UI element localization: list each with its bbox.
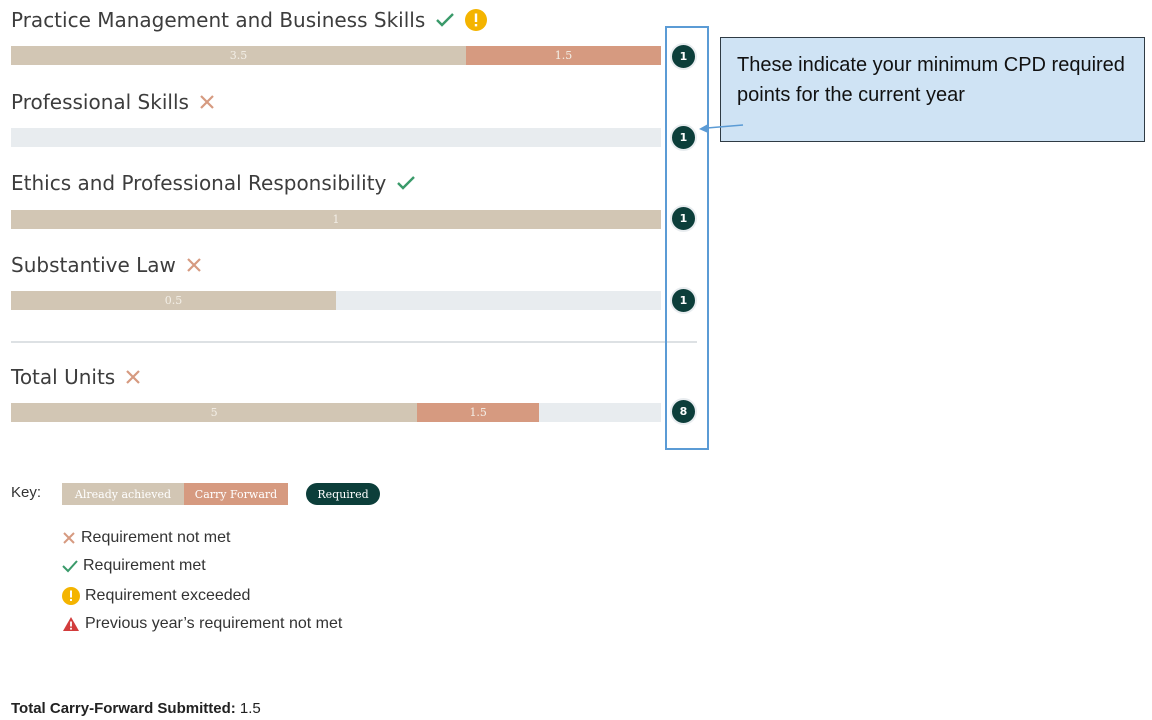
key-achieved-chip: Already achieved xyxy=(62,483,184,505)
cross-icon xyxy=(186,257,202,273)
key-carry-forward-chip: Carry Forward xyxy=(184,483,288,505)
check-icon xyxy=(62,559,78,573)
legend-text: Requirement met xyxy=(83,557,206,574)
key-required-chip: Required xyxy=(306,483,380,505)
achieved-segment: 1 xyxy=(11,210,661,229)
category-title: Ethics and Professional Responsibility xyxy=(11,171,387,195)
progress-bar: 0.5 xyxy=(11,291,661,310)
category-title: Substantive Law xyxy=(11,253,176,277)
achieved-segment: 0.5 xyxy=(11,291,336,310)
category-row-practice-management: Practice Management and Business Skills xyxy=(11,8,488,32)
callout-box: These indicate your minimum CPD required… xyxy=(720,37,1145,142)
summary-value: 1.5 xyxy=(239,700,261,717)
achieved-segment: 3.5 xyxy=(11,46,466,65)
key-label: Key: xyxy=(11,484,42,501)
check-icon xyxy=(396,175,416,191)
legend-met: Requirement met xyxy=(62,557,206,575)
category-row-ethics: Ethics and Professional Responsibility xyxy=(11,171,416,195)
carry-forward-segment: 1.5 xyxy=(466,46,661,65)
total-units-row: Total Units xyxy=(11,365,141,389)
divider xyxy=(11,341,697,343)
cross-icon xyxy=(62,531,76,545)
progress-bar: 3.5 1.5 xyxy=(11,46,661,65)
legend-exceeded: Requirement exceeded xyxy=(62,587,250,605)
total-title: Total Units xyxy=(11,365,116,389)
category-title: Professional Skills xyxy=(11,90,189,114)
legend-text: Requirement exceeded xyxy=(85,587,251,604)
progress-bar: 1 xyxy=(11,210,661,229)
check-icon xyxy=(435,12,455,28)
cross-icon xyxy=(125,369,141,385)
achieved-segment: 5 xyxy=(11,403,418,422)
total-carry-forward-summary: Total Carry-Forward Submitted: 1.5 xyxy=(11,700,261,717)
category-title: Practice Management and Business Skills xyxy=(11,8,426,32)
legend-previous-year: Previous year’s requirement not met xyxy=(62,615,342,633)
legend-text: Previous year’s requirement not met xyxy=(85,615,343,632)
category-row-substantive-law: Substantive Law xyxy=(11,253,202,277)
carry-forward-segment: 1.5 xyxy=(417,403,540,422)
callout-arrow-icon xyxy=(699,124,744,133)
summary-label: Total Carry-Forward Submitted: xyxy=(11,700,236,717)
warning-triangle-icon xyxy=(62,616,80,632)
required-column-highlight xyxy=(665,26,709,450)
category-row-professional-skills: Professional Skills xyxy=(11,90,215,114)
legend-not-met: Requirement not met xyxy=(62,529,230,547)
progress-bar xyxy=(11,128,661,147)
exclamation-circle-icon xyxy=(62,587,80,605)
exclamation-circle-icon xyxy=(465,9,488,31)
total-progress-bar: 5 1.5 xyxy=(11,403,661,422)
cross-icon xyxy=(199,94,215,110)
legend-text: Requirement not met xyxy=(81,529,231,546)
